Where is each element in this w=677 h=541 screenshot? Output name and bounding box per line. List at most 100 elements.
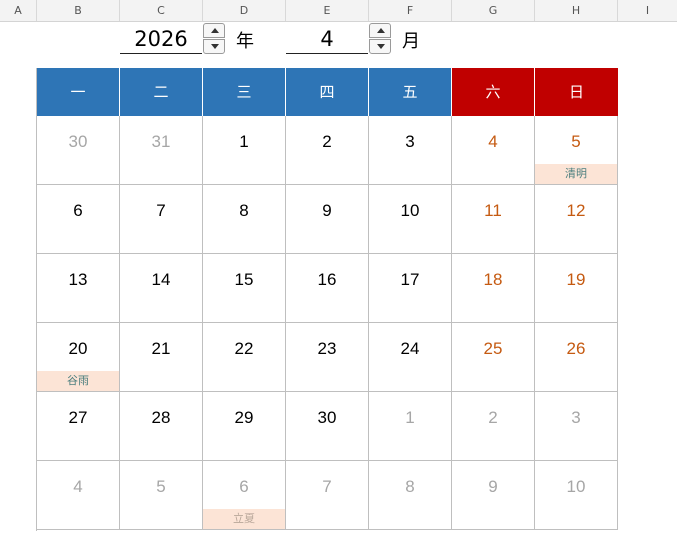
caret-up-icon [211,28,219,33]
day-cell[interactable]: 21 [120,323,203,392]
month-spinner[interactable] [369,23,391,55]
day-number: 18 [483,270,503,289]
day-cell[interactable]: 4 [37,461,120,530]
day-cell[interactable]: 26 [535,323,618,392]
day-cell[interactable]: 12 [535,185,618,254]
day-cell[interactable]: 7 [120,185,203,254]
column-header-c[interactable]: C [120,0,203,21]
day-cell[interactable]: 22 [203,323,286,392]
day-cell[interactable]: 6 [37,185,120,254]
day-number: 25 [483,339,503,358]
day-cell[interactable]: 31 [120,116,203,185]
day-number: 13 [68,270,88,289]
day-cell[interactable]: 10 [535,461,618,530]
column-header-h[interactable]: H [535,0,618,21]
day-cell[interactable]: 1 [369,392,452,461]
day-cell[interactable]: 27 [37,392,120,461]
year-value[interactable]: 2026 [120,24,202,54]
day-number: 1 [405,408,415,427]
day-cell[interactable]: 13 [37,254,120,323]
day-number: 23 [317,339,337,358]
weekday-header-4: 四 [286,68,369,116]
day-cell[interactable]: 2 [286,116,369,185]
day-number: 11 [484,201,502,220]
column-header-e[interactable]: E [286,0,369,21]
day-cell[interactable]: 11 [452,185,535,254]
year-decrement-button[interactable] [203,39,225,54]
column-header-b[interactable]: B [37,0,120,21]
day-number: 12 [566,201,586,220]
day-number: 8 [405,477,415,496]
caret-down-icon [377,44,385,49]
day-number: 7 [322,477,332,496]
weekday-header-3: 三 [203,68,286,116]
day-cell[interactable]: 17 [369,254,452,323]
day-cell[interactable]: 30 [286,392,369,461]
month-value[interactable]: 4 [286,24,368,54]
day-number: 6 [239,477,249,496]
day-cell[interactable]: 15 [203,254,286,323]
day-number: 17 [400,270,420,289]
day-cell[interactable]: 3 [369,116,452,185]
day-cell[interactable]: 6 立夏 [203,461,286,530]
day-cell[interactable]: 9 [286,185,369,254]
column-header-d[interactable]: D [203,0,286,21]
day-number: 2 [488,408,498,427]
day-number: 10 [400,201,420,220]
day-cell[interactable]: 1 [203,116,286,185]
day-number: 8 [239,201,249,220]
column-header-f[interactable]: F [369,0,452,21]
day-cell[interactable]: 23 [286,323,369,392]
day-cell[interactable]: 9 [452,461,535,530]
day-number: 15 [234,270,254,289]
day-number: 5 [571,132,581,151]
holiday-label: 立夏 [203,509,285,529]
day-cell[interactable]: 25 [452,323,535,392]
day-cell[interactable]: 29 [203,392,286,461]
weekday-header-5: 五 [369,68,452,116]
weekday-header-7: 日 [535,68,618,116]
day-number: 19 [566,270,586,289]
column-header-g[interactable]: G [452,0,535,21]
day-cell[interactable]: 5 清明 [535,116,618,185]
day-cell[interactable]: 10 [369,185,452,254]
caret-down-icon [211,44,219,49]
day-number: 30 [317,408,337,427]
day-cell[interactable]: 5 [120,461,203,530]
day-number: 24 [400,339,420,358]
day-cell[interactable]: 18 [452,254,535,323]
day-cell[interactable]: 4 [452,116,535,185]
day-number: 26 [566,339,586,358]
weekday-header-2: 二 [120,68,203,116]
caret-up-icon [377,28,385,33]
day-number: 27 [68,408,88,427]
day-cell[interactable]: 19 [535,254,618,323]
month-increment-button[interactable] [369,23,391,38]
month-unit-label: 月 [402,31,420,52]
year-increment-button[interactable] [203,23,225,38]
day-cell[interactable]: 14 [120,254,203,323]
day-cell[interactable]: 8 [203,185,286,254]
column-header-bar: A B C D E F G H I [0,0,677,22]
day-number: 7 [156,201,166,220]
day-number: 14 [151,270,171,289]
column-header-a[interactable]: A [0,0,37,21]
month-decrement-button[interactable] [369,39,391,54]
day-number: 21 [151,339,171,358]
day-number: 9 [322,201,332,220]
day-number: 5 [156,477,166,496]
day-number: 16 [317,270,337,289]
day-number: 3 [405,132,415,151]
day-cell[interactable]: 3 [535,392,618,461]
day-cell[interactable]: 30 [37,116,120,185]
day-cell[interactable]: 2 [452,392,535,461]
day-cell[interactable]: 28 [120,392,203,461]
column-header-i[interactable]: I [618,0,677,21]
day-cell[interactable]: 8 [369,461,452,530]
day-number: 4 [73,477,83,496]
day-cell[interactable]: 16 [286,254,369,323]
day-cell[interactable]: 7 [286,461,369,530]
year-spinner[interactable] [203,23,225,55]
day-cell[interactable]: 24 [369,323,452,392]
day-cell[interactable]: 20 谷雨 [37,323,120,392]
